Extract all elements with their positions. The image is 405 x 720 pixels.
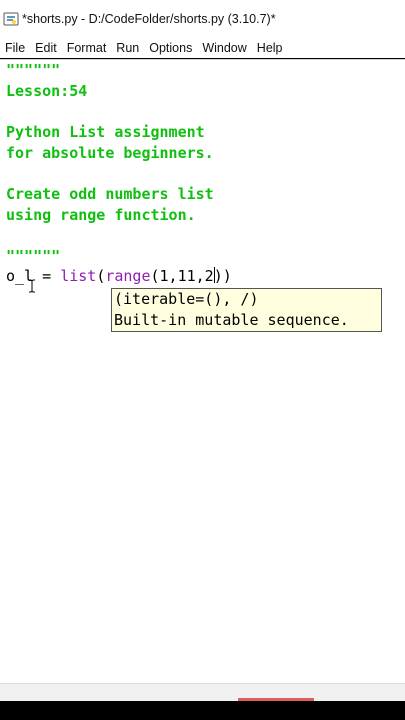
docstring-close: """""" xyxy=(6,247,61,265)
menu-format[interactable]: Format xyxy=(62,38,112,58)
range-args: (1,11,2 xyxy=(150,267,214,285)
docstring-title-line-1: Python List assignment xyxy=(6,123,205,141)
builtin-range: range xyxy=(105,267,151,285)
screen: *shorts.py - D:/CodeFolder/shorts.py (3.… xyxy=(0,0,405,720)
menu-run[interactable]: Run xyxy=(111,38,144,58)
docstring-lesson-line: Lesson:54 xyxy=(6,82,88,100)
docstring-task-line-2: using range function. xyxy=(6,206,196,224)
open-paren: ( xyxy=(96,267,106,285)
title-bar: *shorts.py - D:/CodeFolder/shorts.py (3.… xyxy=(0,0,405,38)
menu-options[interactable]: Options xyxy=(144,38,197,58)
closing-parens: )) xyxy=(213,267,232,285)
status-bar xyxy=(0,683,405,701)
calltip-signature: (iterable=(), /) xyxy=(114,290,259,308)
assign-operator: = xyxy=(33,267,61,285)
menu-edit[interactable]: Edit xyxy=(30,38,62,58)
calltip-popup: (iterable=(), /) Built-in mutable sequen… xyxy=(111,288,382,332)
menu-help[interactable]: Help xyxy=(252,38,288,58)
bottom-letterbox xyxy=(0,701,405,720)
ibeam-cursor-icon xyxy=(29,279,35,293)
builtin-list: list xyxy=(60,267,97,285)
docstring-title-line-2: for absolute beginners. xyxy=(6,144,214,162)
calltip-description: Built-in mutable sequence. xyxy=(114,311,349,329)
menu-file[interactable]: File xyxy=(0,38,30,58)
python-idle-icon xyxy=(3,12,19,26)
docstring-open: """""" xyxy=(6,61,61,79)
code-editor[interactable]: """""" Lesson:54 Python List assignment … xyxy=(0,59,405,683)
menu-bar: File Edit Format Run Options Window Help xyxy=(0,38,405,58)
docstring-task-line-1: Create odd numbers list xyxy=(6,185,214,203)
menu-window[interactable]: Window xyxy=(197,38,251,58)
window-title: *shorts.py - D:/CodeFolder/shorts.py (3.… xyxy=(22,12,276,26)
code-line-assignment: o_l = list(range(1,11,2)) xyxy=(6,266,232,287)
